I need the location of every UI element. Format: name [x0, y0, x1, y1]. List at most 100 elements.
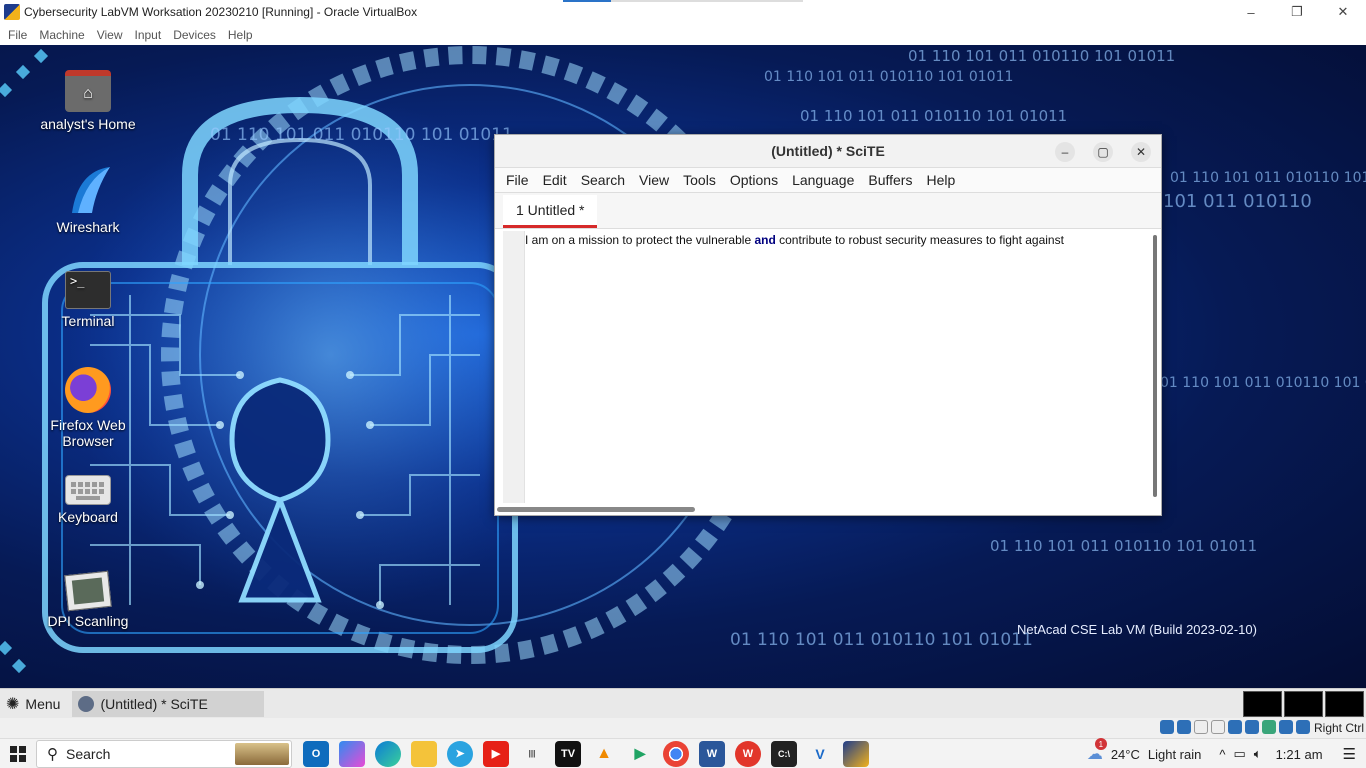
wps-icon[interactable]: W [735, 740, 761, 767]
scite-maximize-button[interactable]: ▢ [1093, 142, 1113, 162]
workspace-2[interactable] [1284, 691, 1323, 717]
titlebar-accent [563, 0, 611, 2]
tradingview-icon[interactable]: TV [555, 740, 581, 767]
workspace-3[interactable] [1325, 691, 1364, 717]
scite-menu-language[interactable]: Language [785, 172, 861, 188]
close-button[interactable]: ✕ [1320, 0, 1366, 24]
vs-icon[interactable]: V [807, 740, 833, 767]
editor-line-1: I am on a mission to protect the vulnera… [525, 233, 1064, 247]
chevron-up-icon[interactable]: ^ [1219, 747, 1225, 762]
notification-badge: 1 [1094, 738, 1107, 750]
play-store-icon[interactable]: ▶ [627, 740, 653, 767]
audio-icon[interactable] [1177, 720, 1191, 734]
desktop-icon-firefox[interactable]: Firefox Web Browser [38, 367, 138, 449]
display-icon[interactable] [1245, 720, 1259, 734]
desktop-icon-home[interactable]: ⌂ analyst's Home [38, 70, 138, 132]
desktop-icon-keyboard[interactable]: Keyboard [38, 475, 138, 525]
desktop-icon-label: DPI Scanling [47, 613, 129, 629]
edge-icon[interactable] [375, 740, 401, 767]
desktop-icon-wireshark[interactable]: Wireshark [38, 165, 138, 235]
weather-temp[interactable]: 24°C [1111, 747, 1140, 762]
scite-menubar: File Edit Search View Tools Options Lang… [495, 168, 1161, 192]
youtube-icon[interactable]: ▶ [483, 740, 509, 767]
guest-menu-button[interactable]: ✺ Menu [0, 694, 70, 714]
file-explorer-icon[interactable] [411, 740, 437, 767]
network-icon[interactable] [1194, 720, 1208, 734]
editor-keyword: and [754, 233, 776, 247]
windows-taskbar: ⚲ Search O ➤ ▶ ||| TV ▲ ▶ W W C:\ V ☁ 1 2… [0, 738, 1366, 768]
menu-view[interactable]: View [93, 28, 131, 42]
start-button[interactable] [0, 739, 36, 768]
minimize-button[interactable]: – [1228, 0, 1274, 24]
chrome-icon[interactable] [663, 740, 689, 767]
menu-input[interactable]: Input [131, 28, 170, 42]
wireshark-icon [64, 165, 112, 215]
desktop-icon-label: analyst's Home [40, 116, 136, 132]
guest-taskbar: ✺ Menu (Untitled) * SciTE [0, 688, 1366, 718]
scite-menu-help[interactable]: Help [919, 172, 962, 188]
menu-help[interactable]: Help [224, 28, 261, 42]
cpu-icon[interactable] [1279, 720, 1293, 734]
scite-title: (Untitled) * SciTE [771, 143, 885, 159]
taskbar-task-scite[interactable]: (Untitled) * SciTE [72, 690, 265, 717]
usb-icon[interactable] [1211, 720, 1225, 734]
recording-icon[interactable] [1262, 720, 1276, 734]
system-tray: ☁ 1 24°C Light rain ^ ▭ 🔈︎ 1:21 am ☰ [1087, 738, 1356, 768]
scite-menu-edit[interactable]: Edit [536, 172, 574, 188]
scite-menu-view[interactable]: View [632, 172, 676, 188]
virtualbox-statusbar: Right Ctrl [0, 718, 1366, 738]
outlook-icon[interactable]: O [303, 740, 329, 767]
editor-text: contribute to robust security measures t… [775, 233, 1064, 247]
scite-menu-tools[interactable]: Tools [676, 172, 723, 188]
search-label: Search [66, 745, 111, 762]
scite-minimize-button[interactable]: – [1055, 142, 1075, 162]
weather-desc[interactable]: Light rain [1148, 747, 1201, 762]
copilot-icon[interactable] [339, 740, 365, 767]
desktop-icon-dpi-scanling[interactable]: DPI Scanling [38, 570, 138, 629]
weather-icon[interactable]: ☁ 1 [1087, 738, 1107, 764]
menu-devices[interactable]: Devices [169, 28, 224, 42]
scite-editor[interactable]: I am on a mission to protect the vulnera… [495, 231, 1161, 503]
menu-icon: ✺ [6, 695, 20, 713]
telegram-icon[interactable]: ➤ [447, 740, 473, 767]
scite-menu-buffers[interactable]: Buffers [861, 172, 919, 188]
vlc-icon[interactable]: ▲ [591, 740, 617, 767]
desktop-icon-label: Firefox Web Browser [50, 417, 126, 449]
menu-machine[interactable]: Machine [35, 28, 92, 42]
scite-close-button[interactable]: ✕ [1131, 142, 1151, 162]
scite-menu-file[interactable]: File [499, 172, 536, 188]
vertical-scrollbar[interactable] [1153, 235, 1157, 497]
taskbar-search[interactable]: ⚲ Search [36, 739, 292, 768]
line-gutter [503, 231, 525, 503]
menu-file[interactable]: File [4, 28, 35, 42]
binary-text: 01 110 101 011 010110 101 01011 [800, 107, 1068, 125]
scite-titlebar[interactable]: (Untitled) * SciTE – ▢ ✕ [495, 135, 1161, 168]
scite-menu-options[interactable]: Options [723, 172, 785, 188]
terminal-icon: >_ [65, 271, 111, 309]
clock[interactable]: 1:21 am [1276, 747, 1323, 762]
horizontal-scrollbar[interactable] [497, 507, 695, 512]
notifications-icon[interactable]: ☰ [1343, 745, 1356, 763]
desktop-icon-terminal[interactable]: >_ Terminal [38, 271, 138, 329]
binary-text: 01 110 101 011 010110 101 01011 [1160, 375, 1366, 391]
virtualbox-icon[interactable] [843, 740, 869, 767]
tab-untitled[interactable]: 1 Untitled * [503, 195, 598, 228]
binary-text: 01 110 101 011 010110 101 01011 [1170, 170, 1366, 186]
scite-tabbar: 1 Untitled * [495, 192, 1161, 229]
restore-button[interactable]: ❐ [1274, 0, 1320, 24]
word-icon[interactable]: W [699, 740, 725, 767]
volume-icon[interactable]: 🔈︎ [1254, 746, 1262, 762]
workspace-1[interactable] [1243, 691, 1282, 717]
windows-logo-icon [10, 745, 26, 762]
scite-menu-search[interactable]: Search [574, 172, 632, 188]
binary-text: 01 110 101 011 010110 101 01011 [764, 69, 1014, 85]
cisco-icon[interactable]: ||| [519, 740, 545, 767]
terminal-icon[interactable]: C:\ [771, 740, 797, 767]
binary-text: 01 110 101 011 010110 101 01011 [990, 537, 1258, 555]
optical-drive-icon[interactable] [1160, 720, 1174, 734]
shared-folders-icon[interactable] [1228, 720, 1242, 734]
home-folder-icon: ⌂ [65, 70, 111, 112]
dpi-scanling-icon [64, 570, 112, 612]
network-icon[interactable]: ▭ [1233, 746, 1245, 762]
mouse-integration-icon[interactable] [1296, 720, 1310, 734]
